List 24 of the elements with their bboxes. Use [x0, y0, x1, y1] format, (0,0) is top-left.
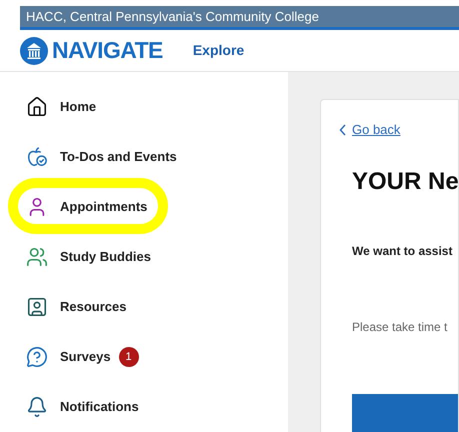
back-link[interactable]: Go back: [339, 120, 458, 140]
logo-text: NAVIGATE: [52, 36, 163, 66]
chevron-left-icon: [339, 124, 347, 136]
apple-check-icon: [26, 146, 48, 168]
people-icon: [26, 246, 48, 268]
sidebar-item[interactable]: Home: [60, 97, 96, 117]
sidebar-item[interactable]: Surveys: [60, 347, 111, 367]
framed-person-icon: [26, 296, 48, 318]
institution-banner: HACC, Central Pennsylvania's Community College: [20, 6, 459, 30]
sidebar-item[interactable]: Appointments: [60, 197, 148, 217]
sidebar-item[interactable]: Resources: [60, 297, 126, 317]
question-bubble-icon: [26, 346, 48, 368]
building-logo-icon: [20, 36, 48, 64]
page-title: YOUR Ne: [352, 166, 458, 196]
sidebar-item[interactable]: Study Buddies: [60, 247, 152, 267]
notification-icon: [26, 396, 48, 418]
sidebar-item[interactable]: To-Dos and Events: [60, 147, 177, 167]
count-badge: 1: [118, 347, 139, 367]
explore-link[interactable]: Explore: [192, 40, 244, 61]
action-button[interactable]: [352, 394, 458, 432]
sidebar-item[interactable]: Notifications: [60, 397, 139, 417]
body-text: Please take time t: [352, 318, 448, 336]
home-icon: [26, 96, 48, 118]
intro-text: We want to assist: [352, 242, 454, 260]
